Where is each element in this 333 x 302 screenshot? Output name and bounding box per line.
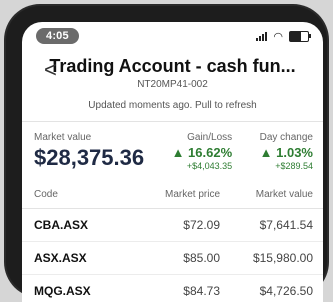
holding-price: $85.00 [183,251,220,265]
table-row[interactable]: CBA.ASX $72.09 $7,641.54 [22,209,323,242]
page-title: Trading Account - cash fun... [49,56,296,76]
account-number: NT20MP41-002 [137,79,208,90]
status-bar: 4:05 ◠ [22,22,323,50]
table-header: Code Market price Market value [22,185,323,209]
status-icons: ◠ [256,30,311,43]
gain-loss-percent: ▲ 16.62% [171,145,233,160]
signal-icon [256,31,268,41]
holding-market-value: $15,980.00 [252,251,313,265]
app-screen: 4:05 ◠ < Trading Account - cash fun... N… [22,22,323,302]
holding-price: $84.73 [183,284,220,298]
gain-loss-block: Gain/Loss ▲ 16.62% +$4,043.35 [172,132,233,171]
wifi-icon: ◠ [273,30,283,43]
refresh-note: Updated moments ago. Pull to refresh [22,94,323,122]
market-value: $28,375.36 [34,145,145,170]
day-change-label: Day change [259,132,313,143]
battery-icon [289,30,311,42]
gain-loss-label: Gain/Loss [187,132,233,143]
day-change-percent: ▲ 1.03% [259,145,313,160]
holding-market-value: $4,726.50 [259,284,313,298]
table-row[interactable]: ASX.ASX $85.00 $15,980.00 [22,242,323,275]
account-summary: Market value $28,375.36 Gain/Loss ▲ 16.6… [22,122,323,177]
status-time: 4:05 [36,28,79,44]
market-value-block: Market value $28,375.36 [34,132,144,171]
holding-price: $72.09 [183,218,220,232]
holding-code: ASX.ASX [34,251,87,265]
column-header-code[interactable]: Code [34,189,127,200]
table-row[interactable]: MQG.ASX $84.73 $4,726.50 [22,275,323,302]
page-header: < Trading Account - cash fun... NT20MP41… [22,50,323,94]
holding-code: MQG.ASX [34,284,91,298]
holding-market-value: $7,641.54 [259,218,313,232]
column-header-market-value[interactable]: Market value [220,189,313,200]
day-change-block: Day change ▲ 1.03% +$289.54 [260,132,313,171]
holdings-table: Code Market price Market value CBA.ASX $… [22,177,323,302]
day-change-amount: +$289.54 [275,161,313,171]
phone-frame: 4:05 ◠ < Trading Account - cash fun... N… [6,6,327,302]
gain-loss-amount: +$4,043.35 [186,161,233,171]
market-value-label: Market value [34,132,92,143]
back-button[interactable]: < [44,59,57,81]
column-header-market-price[interactable]: Market price [127,189,220,200]
holding-code: CBA.ASX [34,218,89,232]
